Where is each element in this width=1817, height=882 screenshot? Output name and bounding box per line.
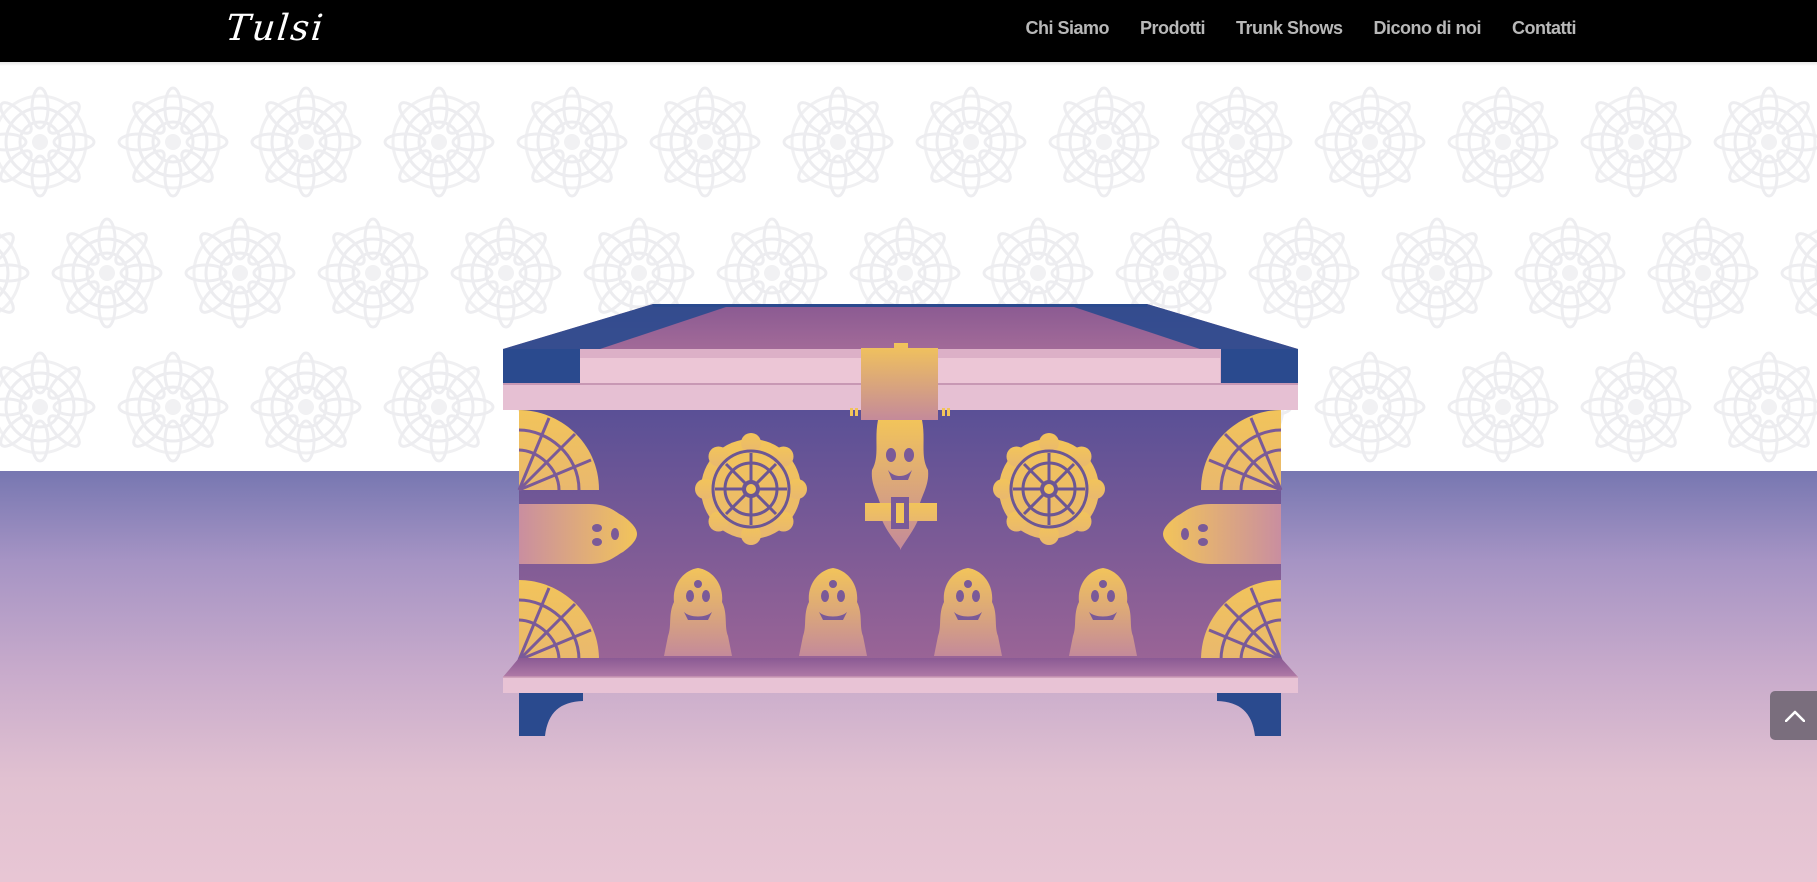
nav-item-dicono-di-noi[interactable]: Dicono di noi xyxy=(1374,18,1482,39)
floor-gradient xyxy=(0,471,1817,882)
mandala-motif xyxy=(1580,351,1692,463)
mandala-motif xyxy=(1314,351,1426,463)
mandala-motif xyxy=(250,86,362,198)
nav-item-chi-siamo[interactable]: Chi Siamo xyxy=(1025,18,1109,39)
nav-item-prodotti[interactable]: Prodotti xyxy=(1140,18,1206,39)
mandala-motif xyxy=(982,217,1094,329)
mandala-motif xyxy=(117,86,229,198)
mandala-motif xyxy=(1115,217,1227,329)
site-header: Tulsi Chi Siamo Prodotti Trunk Shows Dic… xyxy=(0,0,1817,62)
mandala-motif xyxy=(51,217,163,329)
mandala-motif xyxy=(1048,351,1160,463)
mandala-motif xyxy=(849,217,961,329)
mandala-motif xyxy=(1447,351,1559,463)
mandala-motif xyxy=(117,351,229,463)
mandala-motif xyxy=(1447,86,1559,198)
mandala-motif xyxy=(0,351,96,463)
mandala-motif xyxy=(1248,217,1360,329)
mandala-motif xyxy=(1647,217,1759,329)
mandala-pattern xyxy=(0,66,1817,471)
mandala-motif xyxy=(782,86,894,198)
header-shadow xyxy=(0,62,1817,66)
nav-item-trunk-shows[interactable]: Trunk Shows xyxy=(1236,18,1343,39)
mandala-motif xyxy=(716,217,828,329)
mandala-motif xyxy=(1713,86,1817,198)
chevron-up-icon xyxy=(1785,710,1805,722)
mandala-motif xyxy=(649,351,761,463)
mandala-motif xyxy=(250,351,362,463)
mandala-motif xyxy=(450,217,562,329)
back-to-top-button[interactable] xyxy=(1770,691,1817,740)
mandala-motif xyxy=(0,86,96,198)
mandala-motif xyxy=(1314,86,1426,198)
mandala-motif xyxy=(1580,86,1692,198)
nav-item-contatti[interactable]: Contatti xyxy=(1512,18,1576,39)
mandala-motif xyxy=(583,217,695,329)
mandala-motif xyxy=(1381,217,1493,329)
mandala-motif xyxy=(317,217,429,329)
mandala-motif xyxy=(1780,217,1817,329)
mandala-motif xyxy=(184,217,296,329)
mandala-motif xyxy=(915,86,1027,198)
mandala-motif xyxy=(915,351,1027,463)
site-logo[interactable]: Tulsi xyxy=(223,4,327,54)
mandala-motif xyxy=(782,351,894,463)
mandala-motif xyxy=(1181,351,1293,463)
page: Tulsi Chi Siamo Prodotti Trunk Shows Dic… xyxy=(0,0,1817,882)
mandala-motif xyxy=(383,86,495,198)
mandala-motif xyxy=(1713,351,1817,463)
mandala-motif xyxy=(1181,86,1293,198)
mandala-motif xyxy=(649,86,761,198)
mandala-motif xyxy=(0,217,30,329)
mandala-motif xyxy=(1048,86,1160,198)
main-nav: Chi Siamo Prodotti Trunk Shows Dicono di… xyxy=(1025,0,1576,56)
mandala-motif xyxy=(1514,217,1626,329)
mandala-motif xyxy=(383,351,495,463)
mandala-motif xyxy=(516,86,628,198)
mandala-motif xyxy=(516,351,628,463)
